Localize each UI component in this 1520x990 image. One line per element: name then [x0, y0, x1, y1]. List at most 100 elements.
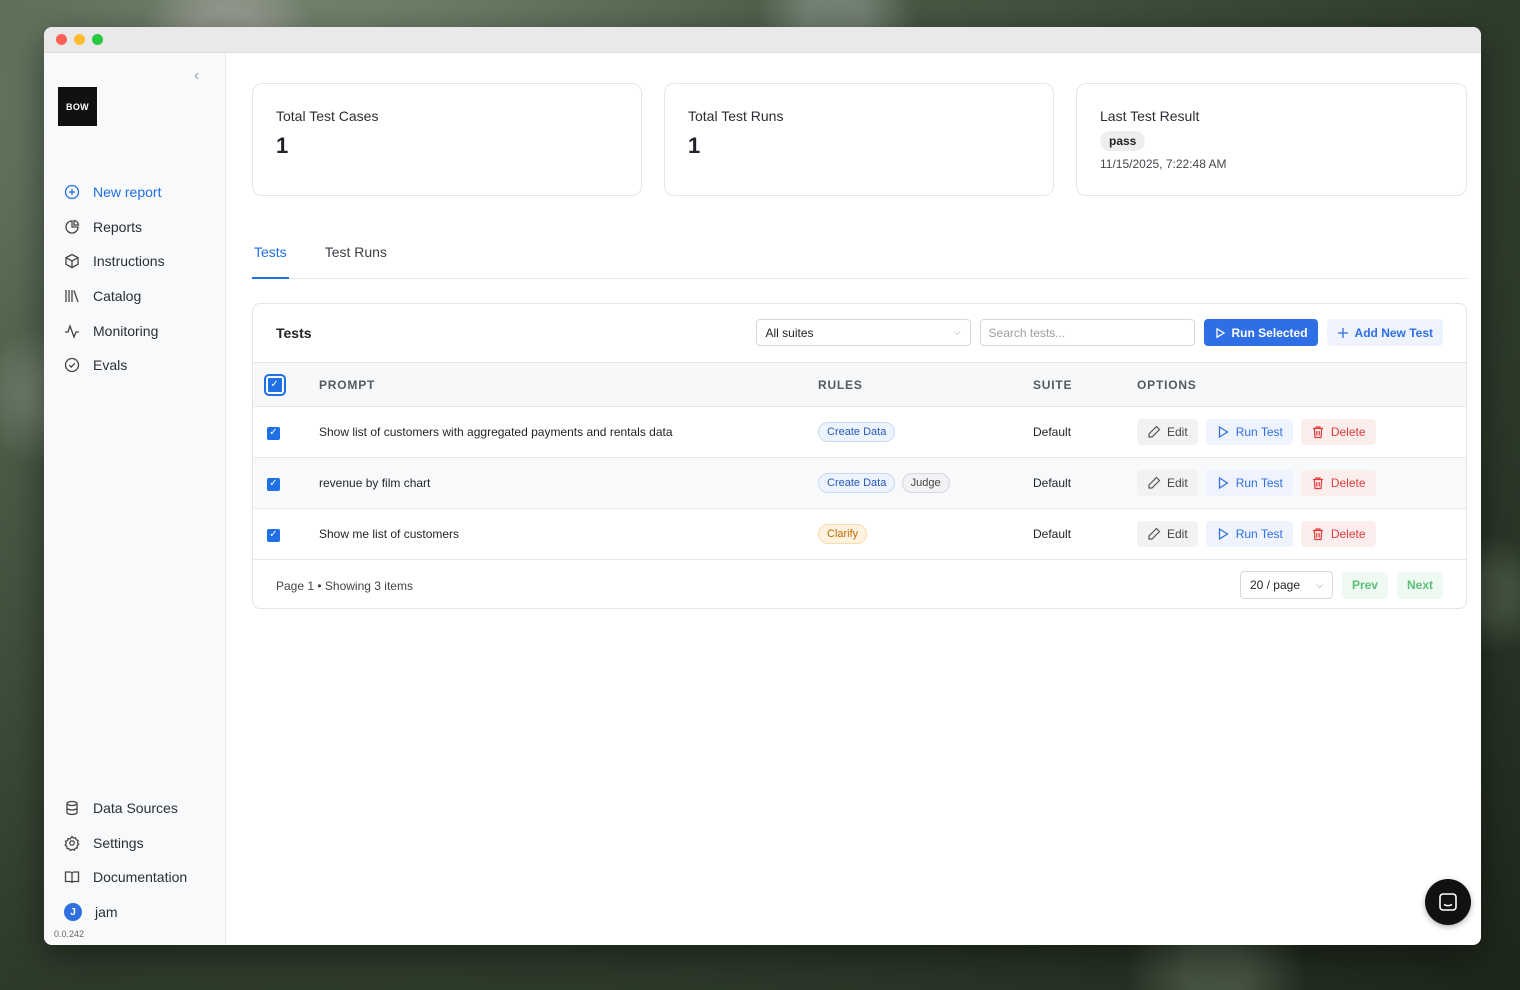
run-test-label: Run Test: [1235, 527, 1283, 541]
prev-page-button[interactable]: Prev: [1341, 571, 1388, 599]
nav-item-reports[interactable]: Reports: [44, 210, 225, 245]
stat-card-total-test-cases: Total Test Cases 1: [252, 83, 642, 196]
panel-controls: All suites ⌵ Run Selected Add New Test: [755, 319, 1443, 346]
row-checkbox[interactable]: ✓: [267, 528, 280, 542]
page-size-select[interactable]: 20 / page ⌵: [1239, 571, 1333, 599]
nav-item-evals[interactable]: Evals: [44, 348, 225, 383]
collapse-sidebar-icon[interactable]: ‹: [194, 67, 199, 85]
prompt-cell: Show me list of customers: [319, 527, 460, 541]
play-icon: [1218, 425, 1229, 439]
run-test-button[interactable]: Run Test: [1205, 470, 1293, 496]
trash-icon: [1312, 426, 1323, 439]
delete-button[interactable]: Delete: [1300, 419, 1376, 445]
edit-button[interactable]: Edit: [1137, 521, 1198, 547]
rule-tag: Judge: [901, 473, 950, 493]
chat-launcher-button[interactable]: [1425, 879, 1471, 925]
table-row: ✓ Show me list of customers Clarify Defa…: [253, 509, 1466, 560]
main-content: Total Test Cases 1 Total Test Runs 1 Las…: [227, 53, 1481, 945]
nav-label: Evals: [93, 357, 128, 374]
run-test-label: Run Test: [1235, 476, 1283, 490]
nav-label: Documentation: [93, 869, 188, 886]
stat-card-total-test-runs: Total Test Runs 1: [664, 83, 1054, 196]
gear-icon: [64, 835, 80, 851]
activity-icon: [64, 323, 80, 339]
suite-select[interactable]: All suites ⌵: [755, 319, 971, 346]
run-test-button[interactable]: Run Test: [1205, 521, 1293, 547]
edit-label: Edit: [1167, 476, 1188, 490]
sidebar: ‹ BOW New report Reports Instructions Ca…: [44, 53, 226, 945]
row-checkbox[interactable]: ✓: [267, 477, 280, 491]
run-test-button[interactable]: Run Test: [1205, 419, 1293, 445]
pie-chart-icon: [64, 219, 80, 235]
delete-button[interactable]: Delete: [1300, 470, 1376, 496]
nav-label: Reports: [93, 218, 143, 235]
chevron-down-icon: ⌵: [953, 327, 961, 337]
prompt-cell: Show list of customers with aggregated p…: [319, 425, 673, 439]
close-window-button[interactable]: [56, 34, 67, 45]
database-icon: [64, 800, 80, 816]
rule-tag: Create Data: [818, 422, 896, 442]
pagination-status: Page 1 • Showing 3 items: [276, 578, 413, 593]
logo: BOW: [58, 87, 97, 126]
status-badge: pass: [1100, 131, 1146, 151]
user-menu[interactable]: J jam: [44, 895, 225, 930]
nav-item-new-report[interactable]: New report: [44, 175, 225, 210]
row-checkbox[interactable]: ✓: [267, 426, 280, 440]
select-all-checkbox[interactable]: ✓: [264, 374, 286, 396]
nav-label: Data Sources: [93, 800, 178, 817]
prompt-cell: revenue by film chart: [319, 476, 431, 490]
options-cell: Edit Run Test Delete: [1137, 509, 1466, 560]
rules-cell: Create Data: [818, 407, 1033, 458]
stat-value: 1: [276, 133, 289, 158]
stat-label: Total Test Cases: [276, 108, 379, 124]
column-header-rules[interactable]: RULES: [818, 363, 1033, 407]
stat-label: Last Test Result: [1100, 108, 1200, 124]
book-icon: [64, 869, 80, 885]
run-test-label: Run Test: [1235, 425, 1283, 439]
run-selected-button[interactable]: Run Selected: [1203, 319, 1318, 346]
pencil-icon: [1148, 425, 1161, 438]
add-new-test-button[interactable]: Add New Test: [1326, 319, 1443, 346]
minimize-window-button[interactable]: [74, 34, 85, 45]
pagination: 20 / page ⌵ Prev Next: [1239, 571, 1443, 599]
suite-select-value: All suites: [765, 325, 814, 340]
column-header-suite[interactable]: SUITE: [1033, 363, 1137, 407]
nav-item-settings[interactable]: Settings: [44, 826, 225, 861]
tabs: Tests Test Runs: [252, 241, 1467, 279]
last-run-timestamp: 11/15/2025, 7:22:48 AM: [1100, 157, 1227, 171]
add-new-test-label: Add New Test: [1354, 325, 1433, 340]
column-header-prompt[interactable]: PROMPT: [319, 363, 818, 407]
tests-table: ✓ PROMPT RULES SUITE OPTIONS ✓ Show list…: [253, 362, 1466, 560]
suite-cell: Default: [1033, 476, 1072, 490]
trash-icon: [1312, 528, 1323, 541]
search-input[interactable]: [979, 319, 1195, 346]
stat-label: Total Test Runs: [688, 108, 784, 124]
nav-item-monitoring[interactable]: Monitoring: [44, 313, 225, 348]
play-icon: [1218, 476, 1229, 490]
page-size-value: 20 / page: [1249, 578, 1300, 592]
stat-card-last-test-result: Last Test Result pass 11/15/2025, 7:22:4…: [1076, 83, 1467, 196]
tab-tests[interactable]: Tests: [252, 241, 289, 279]
delete-button[interactable]: Delete: [1300, 521, 1376, 547]
tab-test-runs[interactable]: Test Runs: [323, 241, 389, 279]
nav-label: Catalog: [93, 288, 142, 305]
nav-item-documentation[interactable]: Documentation: [44, 860, 225, 895]
edit-button[interactable]: Edit: [1137, 419, 1198, 445]
play-icon: [1218, 527, 1229, 541]
nav-label: Monitoring: [93, 322, 159, 339]
panel-header: Tests All suites ⌵ Run Selected Add New …: [253, 304, 1466, 362]
nav-item-catalog[interactable]: Catalog: [44, 279, 225, 314]
plus-icon: [1337, 327, 1348, 338]
table-row: ✓ revenue by film chart Create Data Judg…: [253, 457, 1466, 509]
maximize-window-button[interactable]: [92, 34, 103, 45]
panel-footer: Page 1 • Showing 3 items 20 / page ⌵ Pre…: [253, 560, 1466, 608]
next-page-button[interactable]: Next: [1396, 571, 1443, 599]
tests-panel: Tests All suites ⌵ Run Selected Add New …: [252, 303, 1467, 609]
table-row: ✓ Show list of customers with aggregated…: [253, 407, 1466, 458]
library-icon: [64, 288, 80, 304]
edit-button[interactable]: Edit: [1137, 470, 1198, 496]
nav-item-data-sources[interactable]: Data Sources: [44, 791, 225, 826]
nav-item-instructions[interactable]: Instructions: [44, 244, 225, 279]
run-selected-label: Run Selected: [1231, 325, 1308, 340]
panel-title: Tests: [276, 325, 312, 341]
